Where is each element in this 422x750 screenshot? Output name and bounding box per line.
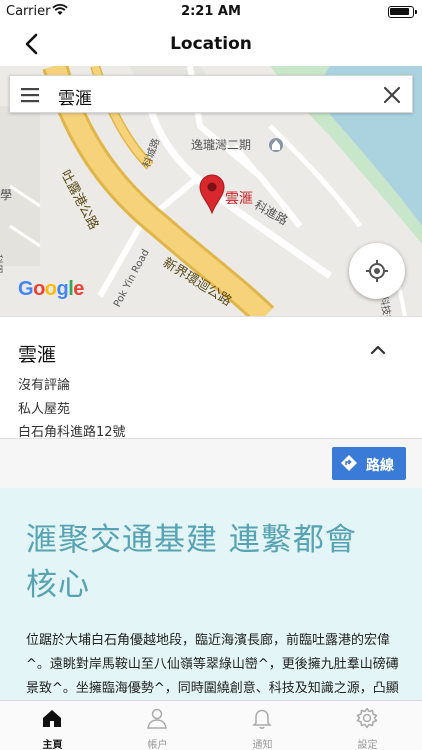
status-bar: Carrier 2:21 AM	[0, 0, 422, 22]
promo-headline: 滙聚交通基建 連繫都會核心	[26, 522, 357, 603]
page-title: Location	[170, 34, 252, 54]
directions-icon	[341, 455, 357, 471]
crosshair-icon	[366, 260, 388, 282]
chevron-up-icon[interactable]	[370, 343, 386, 355]
route-bar: 路線	[0, 438, 422, 488]
tab-account-label: 帳户	[147, 740, 168, 750]
map-label-estate: 逸瓏灣二期	[191, 138, 252, 152]
close-icon[interactable]	[382, 85, 402, 105]
place-info-panel: 雲滙 沒有評論 私人屋苑 白石角科進路12號	[0, 316, 422, 440]
tab-settings[interactable]: 設定	[315, 701, 420, 750]
tab-account[interactable]: 帳户	[105, 701, 210, 750]
clock-label: 2:21 AM	[181, 4, 241, 19]
my-location-button[interactable]	[349, 243, 405, 299]
tab-notifications[interactable]: 通知	[210, 701, 315, 750]
location-pin-icon[interactable]	[199, 174, 225, 214]
tab-settings-label: 設定	[357, 740, 378, 750]
menu-icon[interactable]	[20, 86, 40, 104]
place-reviews: 沒有評論	[18, 378, 71, 393]
map-label-edge-2: 科學	[0, 254, 2, 274]
user-icon	[147, 708, 167, 729]
bell-icon	[252, 709, 272, 729]
map-pin-label: 雲滙	[225, 191, 253, 207]
map-label-edge-1: 學	[0, 188, 13, 202]
search-input[interactable]: 雲滙	[9, 75, 413, 113]
tab-bar: 主頁 帳户 通知 設定	[0, 700, 422, 750]
tab-home-label: 主頁	[42, 740, 63, 750]
promo-section: 滙聚交通基建 連繫都會核心 位踞於大埔白石角優越地段，臨近海濱長廊，前臨吐露港的…	[0, 488, 422, 700]
place-type: 私人屋苑	[18, 402, 71, 417]
google-logo: Google	[18, 278, 84, 300]
search-query: 雲滙	[58, 89, 92, 109]
home-icon	[43, 710, 61, 727]
tab-home[interactable]: 主頁	[0, 701, 105, 750]
directions-label: 路線	[366, 458, 394, 474]
promo-body: 位踞於大埔白石角優越地段，臨近海濱長廊，前臨吐露港的宏偉^。遠眺對岸馬鞍山至八仙…	[26, 633, 399, 696]
directions-button[interactable]: 路線	[332, 447, 406, 480]
nav-bar: Location	[0, 22, 422, 66]
battery-icon	[388, 6, 417, 18]
place-name: 雲滙	[18, 344, 57, 366]
tab-notifications-label: 通知	[252, 740, 273, 750]
gear-icon	[356, 707, 378, 729]
